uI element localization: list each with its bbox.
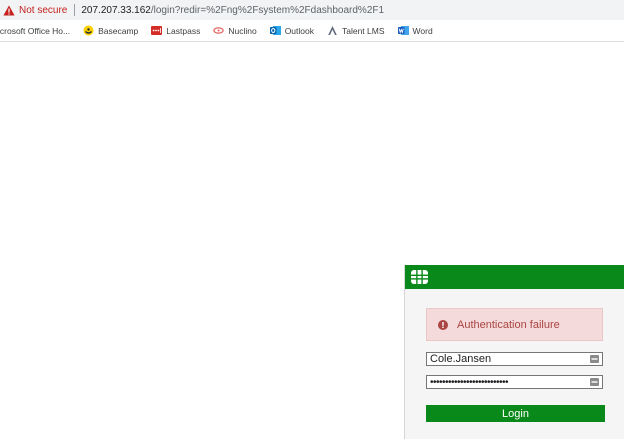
- address-bar[interactable]: Not secure 207.207.33.162/login?redir=%2…: [0, 0, 624, 20]
- bookmarks-bar: icrosoft Office Ho... Basecamp Lastpass …: [0, 20, 624, 42]
- autofill-key-icon[interactable]: [590, 378, 599, 386]
- talent-lms-icon: [327, 25, 338, 36]
- username-field[interactable]: [426, 352, 603, 366]
- divider: [74, 4, 76, 16]
- bookmark-label: Talent LMS: [341, 25, 385, 36]
- bookmark-label: Lastpass: [166, 25, 201, 36]
- url-path: /login?redir=%2Fng%2Fsystem%2Fdashboard%…: [150, 4, 385, 16]
- bookmark-label: Word: [412, 25, 433, 36]
- bookmark-outlook[interactable]: Outlook: [269, 25, 314, 36]
- bookmark-label: Outlook: [284, 25, 314, 36]
- nuclino-icon: [213, 25, 225, 36]
- bookmark-word[interactable]: Word: [397, 25, 433, 36]
- fortinet-logo-icon: [411, 270, 428, 284]
- basecamp-icon: [83, 25, 94, 36]
- outlook-icon: [269, 25, 281, 36]
- security-status[interactable]: Not secure: [19, 5, 67, 16]
- password-input[interactable]: [427, 376, 580, 388]
- url-text[interactable]: 207.207.33.162/login?redir=%2Fng%2Fsyste…: [81, 5, 384, 16]
- username-input[interactable]: [427, 353, 580, 365]
- bookmark-label: icrosoft Office Ho...: [0, 25, 71, 36]
- bookmark-lastpass[interactable]: Lastpass: [151, 25, 200, 36]
- autofill-key-icon[interactable]: [590, 355, 599, 363]
- bookmark-nuclino[interactable]: Nuclino: [213, 25, 257, 36]
- bookmark-label: Nuclino: [228, 25, 257, 36]
- authentication-error-alert: Authentication failure: [426, 308, 603, 341]
- warning-icon: [3, 4, 15, 16]
- login-button[interactable]: Login: [426, 405, 605, 422]
- lastpass-icon: [151, 25, 163, 36]
- alert-message: Authentication failure: [457, 318, 560, 331]
- bookmark-microsoft-office[interactable]: icrosoft Office Ho...: [0, 26, 70, 36]
- bookmark-basecamp[interactable]: Basecamp: [83, 25, 138, 36]
- password-field[interactable]: [426, 375, 603, 389]
- exclamation-circle-icon: [438, 319, 448, 330]
- bookmark-talent-lms[interactable]: Talent LMS: [327, 25, 385, 36]
- url-host: 207.207.33.162: [81, 4, 151, 16]
- bookmark-label: Basecamp: [98, 25, 139, 36]
- word-icon: [397, 25, 409, 36]
- login-header: [405, 265, 624, 289]
- login-panel: Authentication failure Login: [404, 265, 624, 439]
